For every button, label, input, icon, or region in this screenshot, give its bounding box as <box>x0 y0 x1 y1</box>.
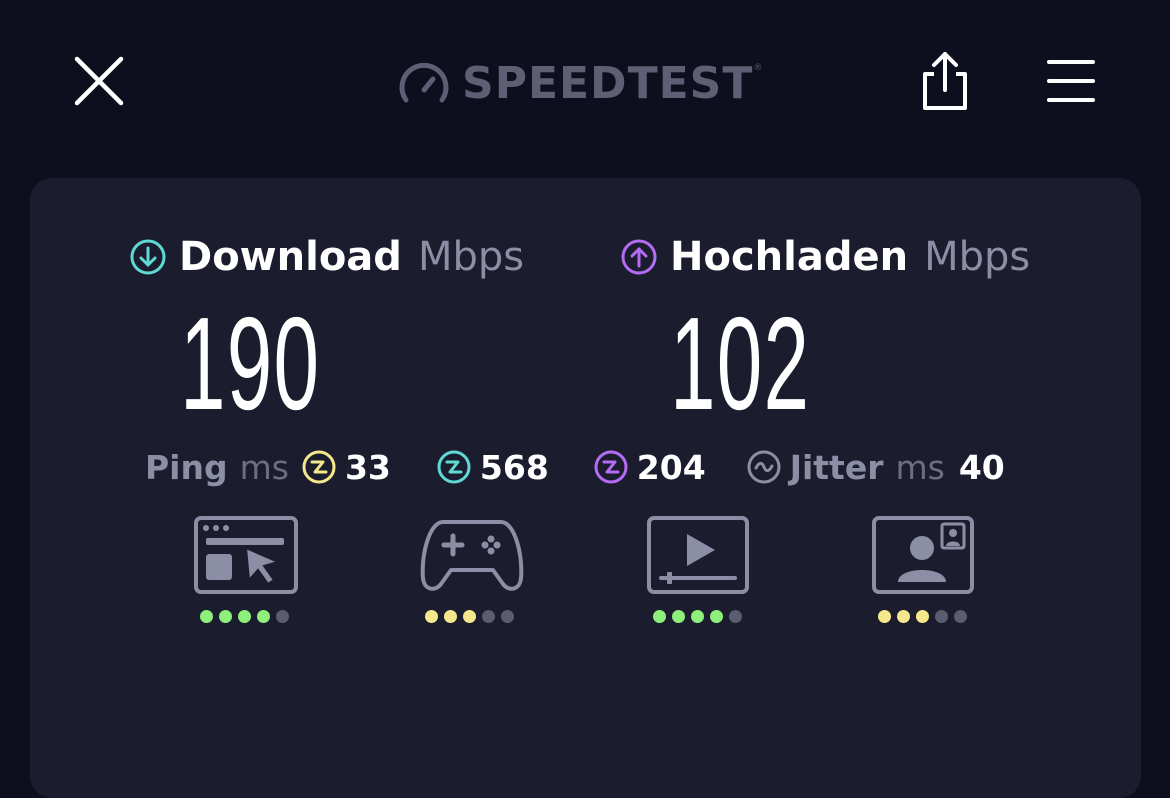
download-ping-group <box>436 449 472 485</box>
ping-label: Ping <box>145 447 228 487</box>
rating-dot-filled <box>219 610 232 623</box>
rating-dot-empty <box>501 610 514 623</box>
rating-dot-filled <box>710 610 723 623</box>
rating-dot-filled <box>897 610 910 623</box>
rating-dot-filled <box>257 610 270 623</box>
gamepad-icon <box>420 520 524 591</box>
video-call-icon <box>872 516 974 594</box>
idle-ping-group <box>301 449 337 485</box>
close-icon <box>74 56 124 106</box>
rating-dot-empty <box>729 610 742 623</box>
jitter-label: Jitter <box>789 447 884 487</box>
download-label: Download <box>179 234 402 280</box>
rating-dot-filled <box>463 610 476 623</box>
speedtest-logo: SPEEDTEST ® <box>398 55 762 111</box>
browser-icon <box>194 516 298 594</box>
rating-dot-empty <box>276 610 289 623</box>
rating-dot-filled <box>916 610 929 623</box>
result-card: Download Mbps 190 Hochladen Mbps 102 Pin… <box>30 178 1141 798</box>
video-player-icon <box>647 516 749 594</box>
browsing-dots <box>200 610 289 623</box>
rating-dot-filled <box>653 610 666 623</box>
jitter-wave-icon <box>747 450 781 484</box>
rating-dot-empty <box>482 610 495 623</box>
menu-button[interactable] <box>1046 58 1096 104</box>
rating-dot-filled <box>238 610 251 623</box>
rating-dot-filled <box>878 610 891 623</box>
rating-dot-filled <box>444 610 457 623</box>
gaming-rating[interactable] <box>419 516 529 626</box>
share-icon <box>923 52 967 110</box>
upload-ping-value: 204 <box>636 447 706 487</box>
rating-dot-filled <box>200 610 213 623</box>
download-arrow-icon <box>130 239 166 275</box>
video-rating[interactable] <box>647 516 757 626</box>
rating-dot-empty <box>935 610 948 623</box>
top-bar: SPEEDTEST ® <box>0 0 1170 165</box>
idle-ping-value: 33 <box>344 447 391 487</box>
upload-ping-icon <box>594 450 628 484</box>
download-value: 190 <box>180 290 321 437</box>
download-unit: Mbps <box>417 234 525 280</box>
upload-header: Hochladen Mbps <box>620 234 1030 280</box>
download-ping-value: 568 <box>479 447 549 487</box>
jitter-group <box>746 449 782 485</box>
upload-unit: Mbps <box>924 234 1031 280</box>
download-header: Download Mbps <box>129 234 524 280</box>
close-button[interactable] <box>72 54 126 108</box>
upload-ping-group <box>593 449 629 485</box>
rating-dot-filled <box>425 610 438 623</box>
download-ping-icon <box>437 450 471 484</box>
hamburger-menu-icon <box>1047 60 1095 102</box>
video-dots <box>653 610 742 623</box>
trademark-mark: ® <box>753 63 763 73</box>
logo-text: SPEEDTEST <box>462 57 754 109</box>
ping-unit: ms <box>239 447 289 487</box>
speedometer-icon <box>399 62 449 103</box>
upload-arrow-icon <box>621 239 657 275</box>
browsing-rating[interactable] <box>194 516 304 626</box>
app-ratings <box>30 516 1141 636</box>
jitter-unit: ms <box>895 447 945 487</box>
video-call-rating[interactable] <box>872 516 982 626</box>
jitter-value: 40 <box>958 447 1005 487</box>
latency-row: Ping ms 33 568 204 Jitter ms 40 <box>145 444 1045 490</box>
gaming-dots <box>425 610 514 623</box>
upload-label: Hochladen <box>670 234 909 280</box>
share-button[interactable] <box>918 50 972 112</box>
upload-value: 102 <box>670 290 811 437</box>
idle-ping-icon <box>302 450 336 484</box>
rating-dot-filled <box>672 610 685 623</box>
rating-dot-empty <box>954 610 967 623</box>
video-call-dots <box>878 610 967 623</box>
rating-dot-filled <box>691 610 704 623</box>
